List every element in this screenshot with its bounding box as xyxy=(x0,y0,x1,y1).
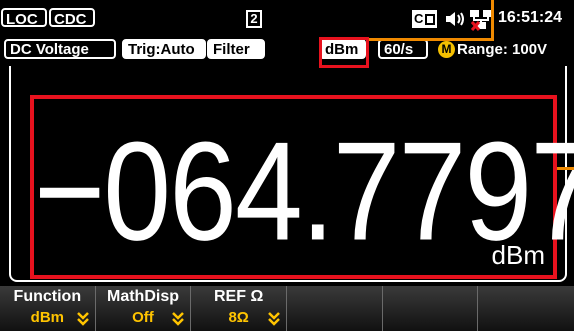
status-bar: LOC CDC 2 C 16:51:24 xyxy=(0,0,574,36)
callout-leader-vertical xyxy=(491,0,494,40)
callout-leader-right xyxy=(557,167,574,170)
cdc-indicator: CDC xyxy=(49,8,95,28)
softkey-label: REF Ω xyxy=(214,288,264,305)
ce-box-icon xyxy=(425,14,436,25)
softkey-mathdisp[interactable]: MathDisp Off xyxy=(96,286,192,331)
measurement-reading: −064.7797 xyxy=(34,112,574,270)
softkey-label: MathDisp xyxy=(106,288,179,305)
softkey-empty-5[interactable] xyxy=(383,286,479,331)
double-chevron-down-icon xyxy=(172,312,185,326)
softkey-bar: Function dBm MathDisp Off REF Ω 8Ω xyxy=(0,286,574,331)
double-chevron-down-icon xyxy=(76,312,89,326)
softkey-function[interactable]: Function dBm xyxy=(0,286,96,331)
lan-disconnected-icon xyxy=(470,10,492,31)
loc-indicator: LOC xyxy=(1,8,47,28)
softkey-label: Function xyxy=(13,288,82,305)
softkey-empty-4[interactable] xyxy=(287,286,383,331)
softkey-empty-6[interactable] xyxy=(478,286,574,331)
callout-leader-horizontal xyxy=(369,38,494,41)
reading-highlight-box: −064.7797 dBm xyxy=(30,95,574,279)
function-indicator[interactable]: DC Voltage xyxy=(4,39,116,59)
softkey-ref-ohm[interactable]: REF Ω 8Ω xyxy=(191,286,287,331)
rate-indicator[interactable]: 60/s xyxy=(378,39,428,59)
speaker-icon xyxy=(446,12,464,26)
measurement-unit: dBm xyxy=(491,240,545,270)
unit-callout-highlight xyxy=(319,37,369,68)
ce-indicator: C xyxy=(412,10,438,28)
filter-indicator[interactable]: Filter xyxy=(207,39,265,59)
trigger-indicator[interactable]: Trig:Auto xyxy=(122,39,206,59)
measurement-display: −064.7797 dBm xyxy=(0,62,574,286)
page-number-badge: 2 xyxy=(246,10,262,28)
clock: 16:51:24 xyxy=(498,9,563,26)
ce-label: C xyxy=(414,11,424,26)
math-icon: M xyxy=(438,41,455,58)
double-chevron-down-icon xyxy=(268,312,280,326)
range-indicator[interactable]: Range: 100V xyxy=(457,41,547,58)
